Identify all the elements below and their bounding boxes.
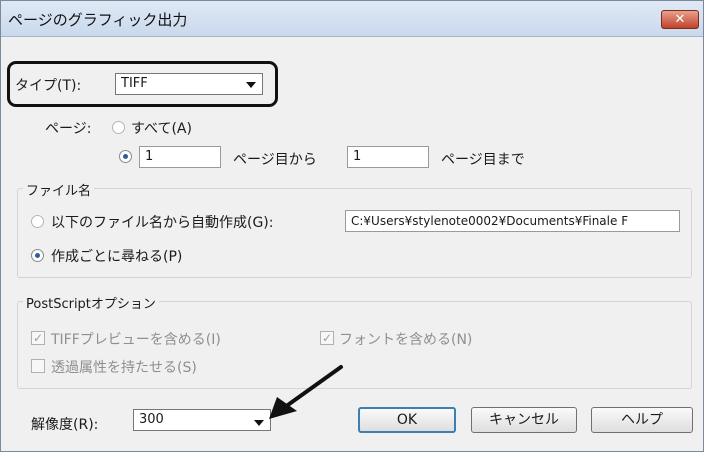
postscript-legend: PostScriptオプション <box>23 293 159 312</box>
resolution-label: 解像度(R): <box>31 417 99 433</box>
pages-label: ページ: <box>45 121 92 137</box>
annotation-arrow-icon <box>269 365 343 419</box>
chevron-down-icon <box>246 82 256 88</box>
pages-range-radio[interactable] <box>119 150 132 163</box>
pages-all-label: すべて(A) <box>131 121 192 137</box>
cancel-button[interactable]: キャンセル <box>471 407 577 433</box>
transparency-checkbox[interactable] <box>31 359 45 373</box>
page-to-suffix: ページ目まで <box>441 152 525 168</box>
graphic-export-dialog: ページのグラフィック出力 ✕ タイプ(T): TIFF ページ: すべて(A) … <box>0 0 704 452</box>
type-label: タイプ(T): <box>15 78 82 94</box>
filename-path-value: C:¥Users¥stylenote0002¥Documents¥Finale … <box>351 214 629 228</box>
tiff-preview-label: TIFFプレビューを含める(I) <box>51 332 221 348</box>
ask-each-label: 作成ごとに尋ねる(P) <box>51 249 183 265</box>
chevron-down-icon <box>254 420 264 426</box>
page-to-value: 1 <box>353 149 362 164</box>
auto-filename-radio[interactable] <box>31 215 44 228</box>
transparency-label: 透過属性を持たせる(S) <box>51 360 197 376</box>
title-bar[interactable]: ページのグラフィック出力 ✕ <box>1 1 703 37</box>
close-button[interactable]: ✕ <box>661 10 699 29</box>
include-fonts-checkbox[interactable]: ✓ <box>320 331 334 345</box>
filename-legend: ファイル名 <box>23 180 95 199</box>
resolution-select[interactable]: 300 <box>133 409 271 431</box>
ask-each-radio[interactable] <box>31 249 44 262</box>
help-button[interactable]: ヘルプ <box>591 407 693 433</box>
include-fonts-label: フォントを含める(N) <box>339 332 473 348</box>
page-from-input[interactable]: 1 <box>139 146 221 168</box>
page-from-value: 1 <box>145 149 154 164</box>
dialog-title: ページのグラフィック出力 <box>8 11 188 29</box>
auto-filename-label: 以下のファイル名から自動作成(G): <box>51 215 274 231</box>
page-to-input[interactable]: 1 <box>347 146 429 168</box>
tiff-preview-checkbox[interactable]: ✓ <box>31 331 45 345</box>
filename-path-input[interactable]: C:¥Users¥stylenote0002¥Documents¥Finale … <box>345 210 680 232</box>
type-select-value: TIFF <box>121 76 148 91</box>
close-icon: ✕ <box>674 12 686 27</box>
type-select[interactable]: TIFF <box>115 73 263 95</box>
pages-all-radio[interactable] <box>112 121 125 134</box>
page-from-suffix: ページ目から <box>233 152 317 168</box>
resolution-value: 300 <box>139 412 164 427</box>
ok-button[interactable]: OK <box>358 407 456 433</box>
